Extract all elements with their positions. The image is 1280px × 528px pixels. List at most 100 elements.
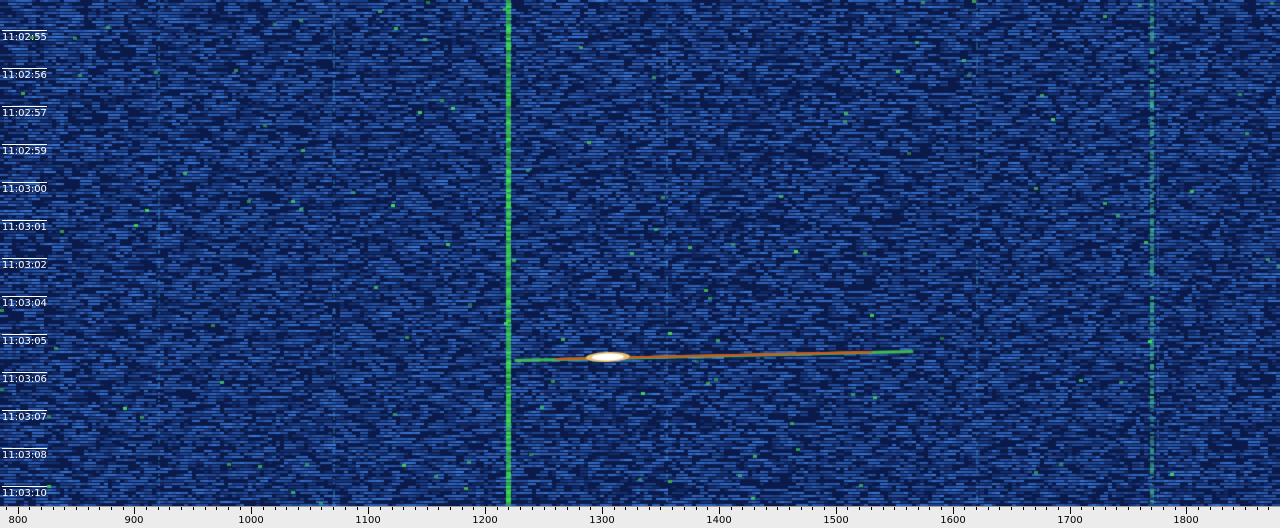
waterfall-canvas[interactable] [0,0,1280,506]
minor-tick [789,507,790,510]
minor-tick [1105,507,1106,510]
frequency-label: 1800 [1173,515,1199,526]
frequency-label: 900 [124,515,144,526]
minor-tick [859,507,860,510]
major-tick [485,507,486,514]
minor-tick [240,507,241,510]
frequency-label: 1200 [472,515,498,526]
minor-tick [567,507,568,510]
minor-tick [637,507,638,510]
frequency-scale[interactable]: 800 900 1000 1100 1200 1300 1400 1500 1600 1700 18… [0,506,1280,528]
minor-tick [672,507,673,510]
minor-tick [1058,507,1059,510]
minor-tick [731,507,732,510]
minor-tick [228,507,229,510]
minor-tick [427,507,428,510]
frequency-label: 1000 [238,515,264,526]
minor-tick [660,507,661,510]
minor-tick [321,507,322,510]
major-tick [602,507,603,514]
minor-tick [871,507,872,510]
minor-tick [976,507,977,510]
minor-tick [777,507,778,510]
minor-tick [1093,507,1094,510]
time-label: 11:03:00 [2,182,47,195]
minor-tick [193,507,194,510]
minor-tick [123,507,124,510]
time-label: 11:03:05 [2,334,47,347]
major-tick [719,507,720,514]
minor-tick [497,507,498,510]
major-tick [1070,507,1071,514]
time-label: 11:03:01 [2,220,47,233]
minor-tick [590,507,591,510]
minor-tick [345,507,346,510]
minor-tick [847,507,848,510]
major-tick [368,507,369,514]
time-label: 11:02:56 [2,68,47,81]
minor-tick [392,507,393,510]
minor-tick [766,507,767,510]
minor-tick [707,507,708,510]
minor-tick [473,507,474,510]
minor-tick [1128,507,1129,510]
minor-tick [181,507,182,510]
minor-tick [216,507,217,510]
minor-tick [29,507,30,510]
minor-tick [1046,507,1047,510]
minor-tick [1081,507,1082,510]
minor-tick [742,507,743,510]
minor-tick [64,507,65,510]
major-tick [134,507,135,514]
time-label: 11:03:08 [2,448,47,461]
frequency-label: 1700 [1057,515,1083,526]
minor-tick [812,507,813,510]
frequency-label: 1300 [589,515,615,526]
minor-tick [169,507,170,510]
minor-tick [754,507,755,510]
minor-tick [918,507,919,510]
minor-tick [1198,507,1199,510]
minor-tick [906,507,907,510]
minor-tick [801,507,802,510]
minor-tick [53,507,54,510]
minor-tick [1245,507,1246,510]
minor-tick [41,507,42,510]
major-tick [953,507,954,514]
time-label: 11:03:07 [2,410,47,423]
minor-tick [532,507,533,510]
minor-tick [415,507,416,510]
waterfall-display[interactable]: 11:02:55 11:02:56 11:02:57 11:02:59 11:03:00… [0,0,1280,507]
minor-tick [205,507,206,510]
minor-tick [438,507,439,510]
time-label: 11:02:55 [2,30,47,43]
time-label: 11:03:06 [2,372,47,385]
minor-tick [146,507,147,510]
time-label: 11:02:57 [2,106,47,119]
time-label: 11:03:02 [2,258,47,271]
minor-tick [99,507,100,510]
minor-tick [158,507,159,510]
minor-tick [310,507,311,510]
minor-tick [403,507,404,510]
minor-tick [555,507,556,510]
frequency-label: 1100 [355,515,381,526]
frequency-label: 800 [8,515,28,526]
minor-tick [964,507,965,510]
time-axis: 11:02:55 11:02:56 11:02:57 11:02:59 11:03:00… [0,0,60,506]
minor-tick [649,507,650,510]
minor-tick [6,507,7,510]
frequency-label: 1400 [706,515,732,526]
minor-tick [824,507,825,510]
minor-tick [1210,507,1211,510]
minor-tick [1222,507,1223,510]
minor-tick [941,507,942,510]
minor-tick [380,507,381,510]
minor-tick [450,507,451,510]
minor-tick [1163,507,1164,510]
minor-tick [1268,507,1269,510]
minor-tick [111,507,112,510]
minor-tick [883,507,884,510]
minor-tick [508,507,509,510]
minor-tick [1116,507,1117,510]
